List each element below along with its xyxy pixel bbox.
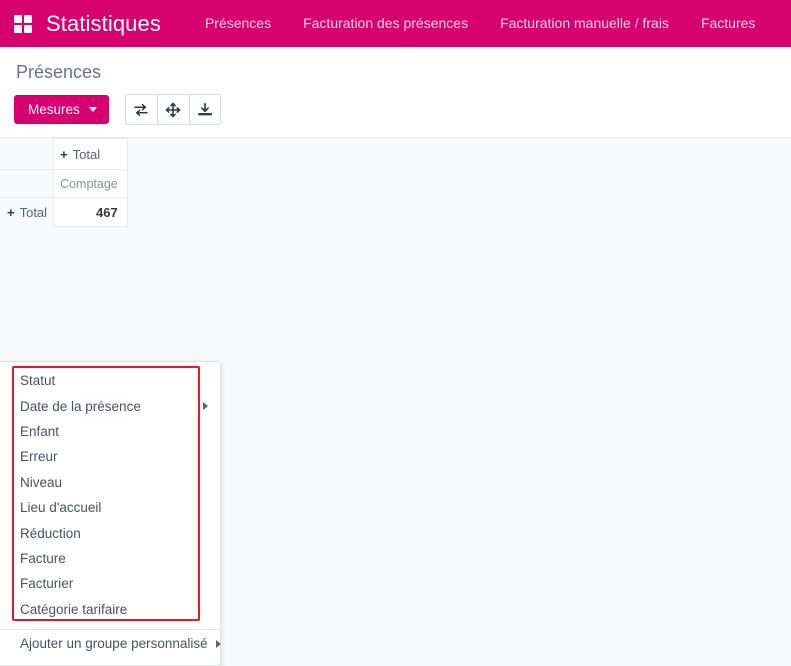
expand-plus-icon: + — [7, 204, 15, 220]
nav-link-facturation-manuelle-frais[interactable]: Facturation manuelle / frais — [484, 0, 685, 47]
expand-arrows-icon — [165, 102, 181, 118]
measures-button[interactable]: Mesures — [14, 94, 109, 125]
menu-item-reduction[interactable]: Réduction — [0, 520, 220, 545]
toolbar: Mesures — [0, 86, 791, 137]
pivot-table: + Total Comptage + Total 467 — [0, 138, 129, 227]
pivot-content-area: + Total Comptage + Total 467 Statut Date… — [0, 138, 791, 666]
measures-button-label: Mesures — [28, 101, 80, 117]
app-brand-title[interactable]: Statistiques — [46, 11, 161, 37]
menu-item-label: Niveau — [20, 474, 63, 490]
pivot-column-header-label: Total — [72, 146, 101, 162]
menu-item-statut[interactable]: Statut — [0, 368, 220, 393]
pivot-measure-spacer — [127, 170, 128, 198]
groupby-dropdown-menu: Statut Date de la présence Enfant Erreur… — [0, 361, 221, 666]
pivot-table-body: + Total 467 — [0, 197, 129, 227]
flip-axis-icon — [133, 102, 149, 118]
menu-item-label: Statut — [20, 373, 56, 389]
pivot-column-header-total[interactable]: + Total — [53, 138, 128, 170]
chevron-right-icon — [203, 402, 208, 411]
expand-plus-icon: + — [60, 146, 68, 162]
flip-axis-button[interactable] — [124, 94, 157, 125]
pivot-row-header-total[interactable]: + Total — [0, 197, 55, 227]
expand-all-button[interactable] — [156, 94, 189, 125]
apps-grid-square — [24, 14, 32, 23]
apps-grid-square — [24, 24, 32, 33]
pivot-measure-header: Comptage — [53, 169, 128, 198]
menu-footer: Ajouter un groupe personnalisé — [0, 630, 221, 665]
pivot-row-header-label: Total — [19, 204, 48, 220]
pivot-row-spacer — [127, 198, 128, 227]
menu-item-date-de-la-presence[interactable]: Date de la présence — [0, 393, 220, 418]
apps-grid-square — [14, 14, 22, 23]
pivot-table-head: + Total Comptage — [0, 138, 129, 198]
chevron-right-icon — [215, 639, 221, 648]
table-row: + Total 467 — [0, 197, 129, 227]
menu-item-facturier[interactable]: Facturier — [0, 571, 220, 596]
page-title: Présences — [16, 62, 102, 82]
pivot-corner-cell — [0, 138, 55, 170]
menu-item-label: Enfant — [20, 423, 60, 439]
pivot-cell-total-count[interactable]: 467 — [53, 197, 128, 227]
pivot-header-row: + Total — [0, 138, 129, 170]
menu-item-label: Facture — [20, 550, 66, 566]
menu-item-erreur[interactable]: Erreur — [0, 444, 220, 469]
toolbar-button-group — [124, 94, 221, 125]
navbar-menu: Présences Facturation des présences Fact… — [189, 0, 771, 47]
menu-item-label: Erreur — [20, 449, 58, 465]
menu-item-categorie-tarifaire[interactable]: Catégorie tarifaire — [0, 597, 220, 622]
menu-item-enfant[interactable]: Enfant — [0, 419, 220, 444]
menu-item-label: Lieu d'accueil — [20, 500, 102, 516]
menu-item-facture[interactable]: Facture — [0, 546, 220, 571]
pivot-measure-row: Comptage — [0, 169, 129, 198]
menu-item-label: Date de la présence — [20, 398, 141, 414]
pivot-header-spacer — [127, 139, 128, 170]
download-button[interactable] — [188, 94, 221, 125]
menu-item-label: Ajouter un groupe personnalisé — [20, 636, 208, 652]
menu-item-label: Facturier — [20, 576, 74, 592]
top-navbar: Statistiques Présences Facturation des p… — [0, 0, 791, 47]
apps-grid-icon[interactable] — [14, 14, 32, 33]
control-panel: Présences Mesures — [0, 47, 791, 138]
nav-link-presences[interactable]: Présences — [189, 0, 287, 47]
menu-item-niveau[interactable]: Niveau — [0, 470, 220, 495]
menu-item-label: Réduction — [20, 525, 81, 541]
breadcrumb: Présences — [0, 47, 791, 86]
menu-item-lieu-daccueil[interactable]: Lieu d'accueil — [0, 495, 220, 520]
groupby-item-list: Statut Date de la présence Enfant Erreur… — [0, 368, 220, 622]
pivot-measure-corner-cell — [0, 169, 55, 198]
apps-grid-square — [14, 24, 22, 33]
chevron-down-icon — [88, 107, 97, 112]
nav-link-factures[interactable]: Factures — [685, 0, 771, 47]
nav-link-facturation-des-presences[interactable]: Facturation des présences — [287, 0, 484, 47]
menu-item-label: Catégorie tarifaire — [20, 601, 128, 617]
download-icon — [197, 102, 213, 118]
menu-item-ajouter-groupe-personnalise[interactable]: Ajouter un groupe personnalisé — [0, 630, 221, 658]
